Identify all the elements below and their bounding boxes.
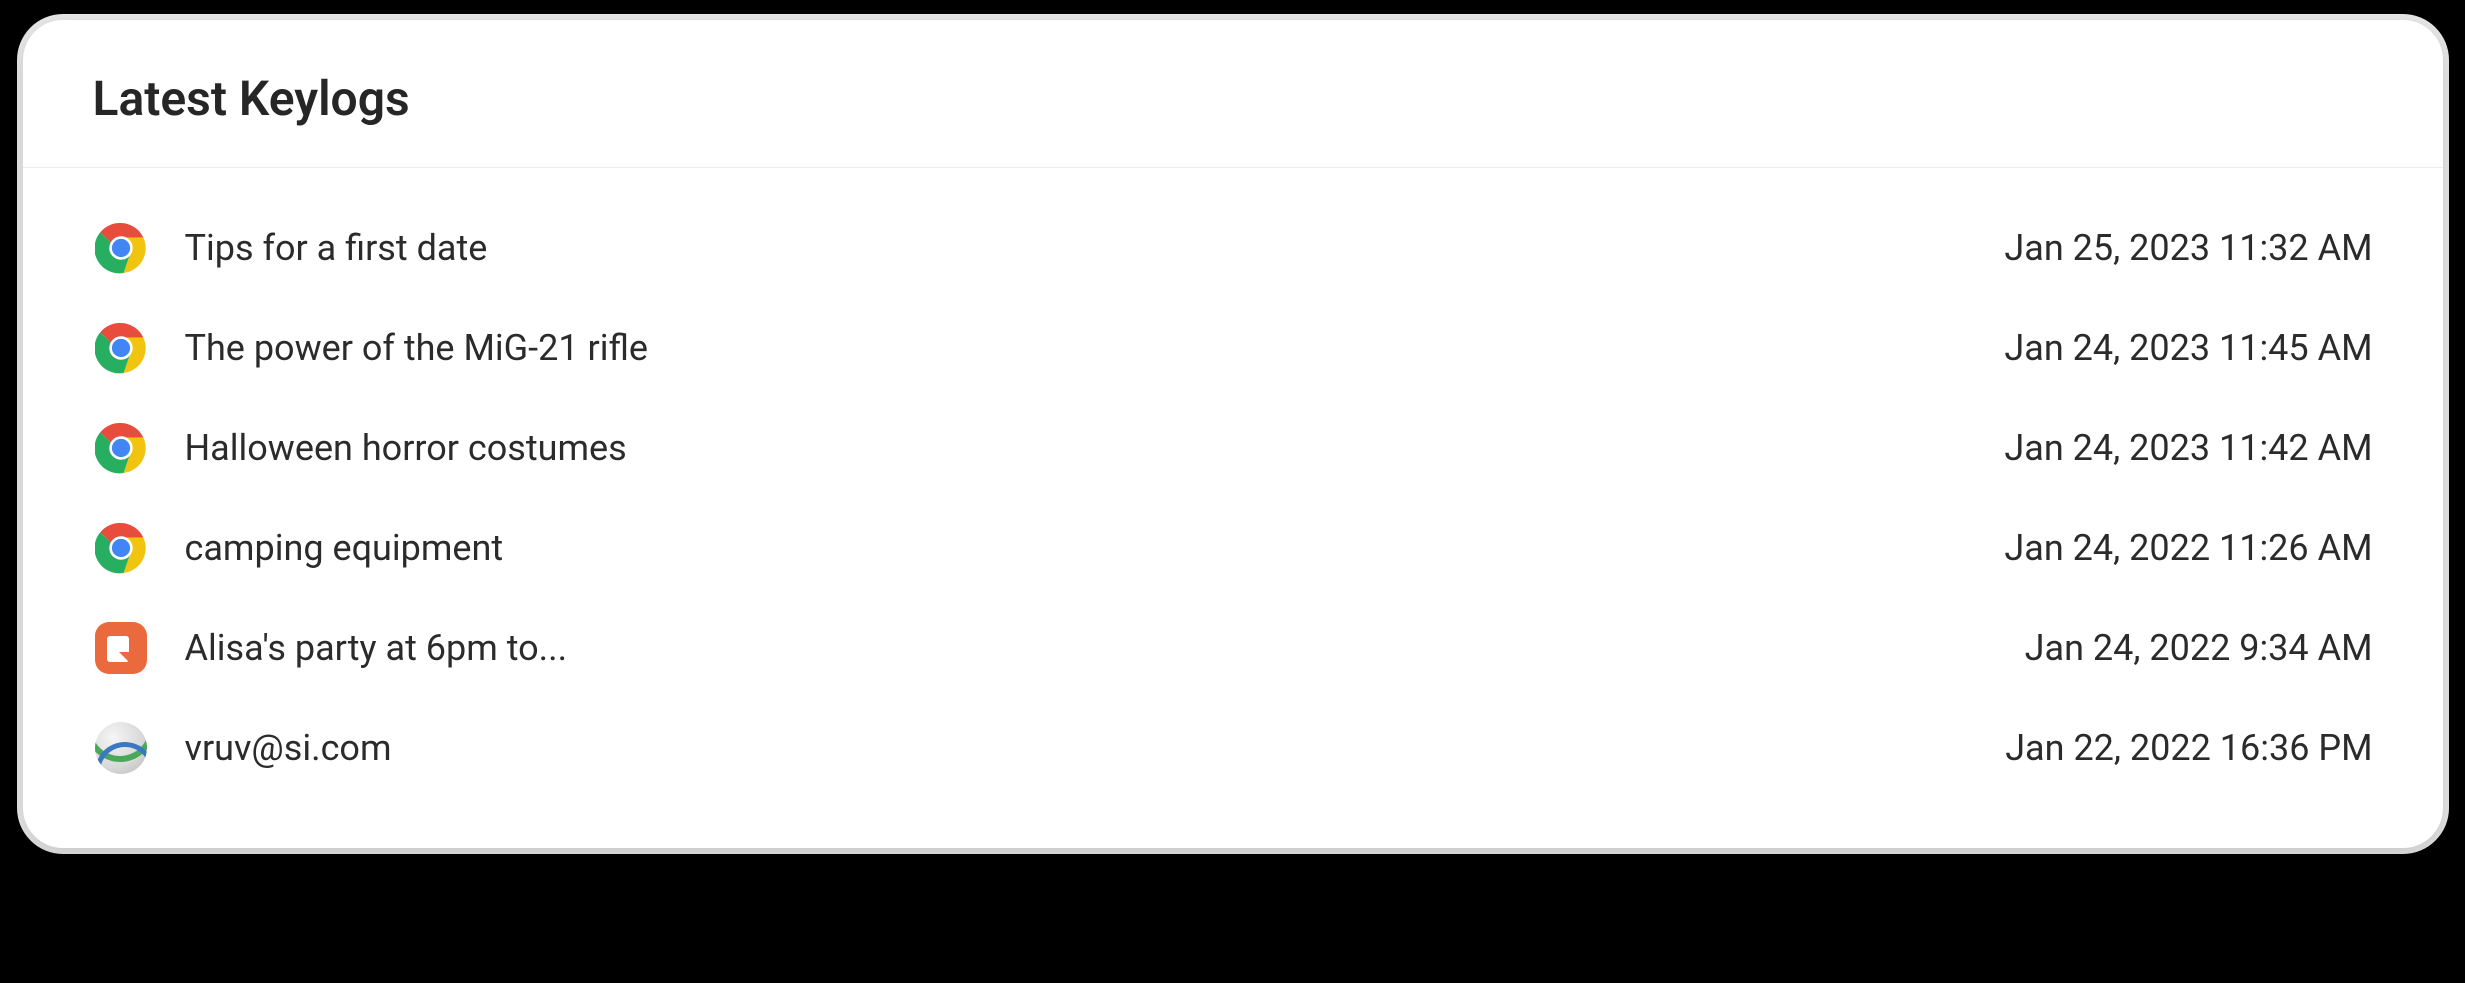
keylog-timestamp: Jan 22, 2022 16:36 PM: [2005, 727, 2372, 769]
keylog-timestamp: Jan 24, 2022 9:34 AM: [2025, 627, 2373, 669]
keylogs-card: Latest Keylogs Tips for a first date Jan…: [23, 20, 2443, 848]
keylog-text: The power of the MiG-21 rifle: [185, 327, 2005, 369]
keylog-timestamp: Jan 24, 2022 11:26 AM: [2004, 527, 2372, 569]
chrome-icon: [93, 520, 149, 576]
keylog-text: camping equipment: [185, 527, 2005, 569]
keylog-timestamp: Jan 24, 2023 11:42 AM: [2004, 427, 2372, 469]
card-header: Latest Keylogs: [23, 20, 2443, 168]
chrome-icon: [93, 420, 149, 476]
list-item[interactable]: camping equipment Jan 24, 2022 11:26 AM: [93, 498, 2373, 598]
list-item[interactable]: vruv@si.com Jan 22, 2022 16:36 PM: [93, 698, 2373, 798]
card-title: Latest Keylogs: [93, 70, 2373, 127]
list-item[interactable]: The power of the MiG-21 rifle Jan 24, 20…: [93, 298, 2373, 398]
keylog-text: Alisa's party at 6pm to...: [185, 627, 2025, 669]
list-item[interactable]: Alisa's party at 6pm to... Jan 24, 2022 …: [93, 598, 2373, 698]
list-item[interactable]: Tips for a first date Jan 25, 2023 11:32…: [93, 198, 2373, 298]
keylog-timestamp: Jan 25, 2023 11:32 AM: [2004, 227, 2372, 269]
vpn-globe-icon: [93, 720, 149, 776]
notes-app-icon: [93, 620, 149, 676]
chrome-icon: [93, 220, 149, 276]
keylog-text: Halloween horror costumes: [185, 427, 2005, 469]
keylog-timestamp: Jan 24, 2023 11:45 AM: [2004, 327, 2372, 369]
keylog-list: Tips for a first date Jan 25, 2023 11:32…: [23, 168, 2443, 848]
keylog-text: vruv@si.com: [185, 727, 2006, 769]
list-item[interactable]: Halloween horror costumes Jan 24, 2023 1…: [93, 398, 2373, 498]
chrome-icon: [93, 320, 149, 376]
keylog-text: Tips for a first date: [185, 227, 2005, 269]
